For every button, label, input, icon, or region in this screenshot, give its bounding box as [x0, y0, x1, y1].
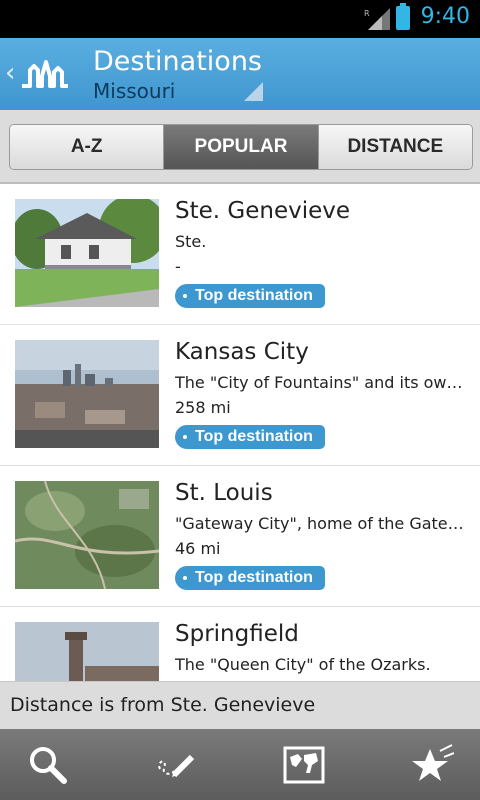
- roaming-indicator: R: [364, 9, 370, 18]
- destination-thumbnail: [15, 622, 159, 681]
- distance-footnote: Distance is from Ste. Genevieve: [0, 681, 480, 730]
- clock: 9:40: [420, 4, 470, 29]
- tab-distance[interactable]: DISTANCE: [318, 125, 472, 169]
- bottom-navigation: [0, 729, 480, 800]
- sort-tab-bar: A-Z POPULAR DISTANCE: [0, 110, 480, 184]
- draw-icon[interactable]: [154, 743, 198, 787]
- top-destination-badge: Top destination: [175, 566, 325, 590]
- stars-icon[interactable]: [410, 743, 454, 787]
- map-icon[interactable]: [282, 743, 326, 787]
- region-dropdown[interactable]: Missouri: [93, 79, 175, 103]
- footnote-text: Distance is from Ste. Genevieve: [10, 694, 316, 716]
- app-logo-icon[interactable]: [20, 56, 70, 92]
- destination-distance: 46 mi: [175, 539, 221, 558]
- destination-thumbnail: [15, 199, 159, 307]
- destination-distance: 258 mi: [175, 398, 231, 417]
- back-chevron-icon[interactable]: ‹: [5, 60, 15, 86]
- list-item[interactable]: Springfield The "Queen City" of the Ozar…: [0, 607, 480, 681]
- page-title: Destinations: [93, 46, 263, 77]
- top-destination-badge: Top destination: [175, 425, 325, 449]
- destination-name: Kansas City: [175, 339, 309, 365]
- status-bar: R 9:40: [0, 0, 480, 38]
- destination-description: The "City of Fountains" and its own...: [175, 373, 467, 392]
- destination-description: "Gateway City", home of the Gatew...: [175, 514, 467, 533]
- list-item[interactable]: St. Louis "Gateway City", home of the Ga…: [0, 466, 480, 607]
- destination-name: Springfield: [175, 621, 299, 647]
- destination-distance: -: [175, 257, 181, 276]
- segmented-control: A-Z POPULAR DISTANCE: [9, 124, 473, 170]
- search-icon[interactable]: [26, 743, 70, 787]
- destination-description: The "Queen City" of the Ozarks.: [175, 655, 431, 674]
- destination-description: Ste.: [175, 232, 207, 251]
- destination-name: St. Louis: [175, 480, 273, 506]
- dropdown-triangle-icon[interactable]: [244, 82, 263, 101]
- action-bar: ‹ Destinations Missouri: [0, 38, 480, 110]
- list-item[interactable]: Kansas City The "City of Fountains" and …: [0, 325, 480, 466]
- destination-name: Ste. Genevieve: [175, 198, 351, 224]
- destination-thumbnail: [15, 340, 159, 448]
- top-destination-badge: Top destination: [175, 284, 325, 308]
- destination-list: Ste. Genevieve Ste. - Top destination Ka…: [0, 184, 480, 681]
- battery-icon: [396, 3, 410, 30]
- signal-icon: R: [364, 8, 390, 30]
- list-item[interactable]: Ste. Genevieve Ste. - Top destination: [0, 184, 480, 325]
- tab-popular[interactable]: POPULAR: [164, 125, 319, 169]
- destination-thumbnail: [15, 481, 159, 589]
- tab-a-z[interactable]: A-Z: [10, 125, 165, 169]
